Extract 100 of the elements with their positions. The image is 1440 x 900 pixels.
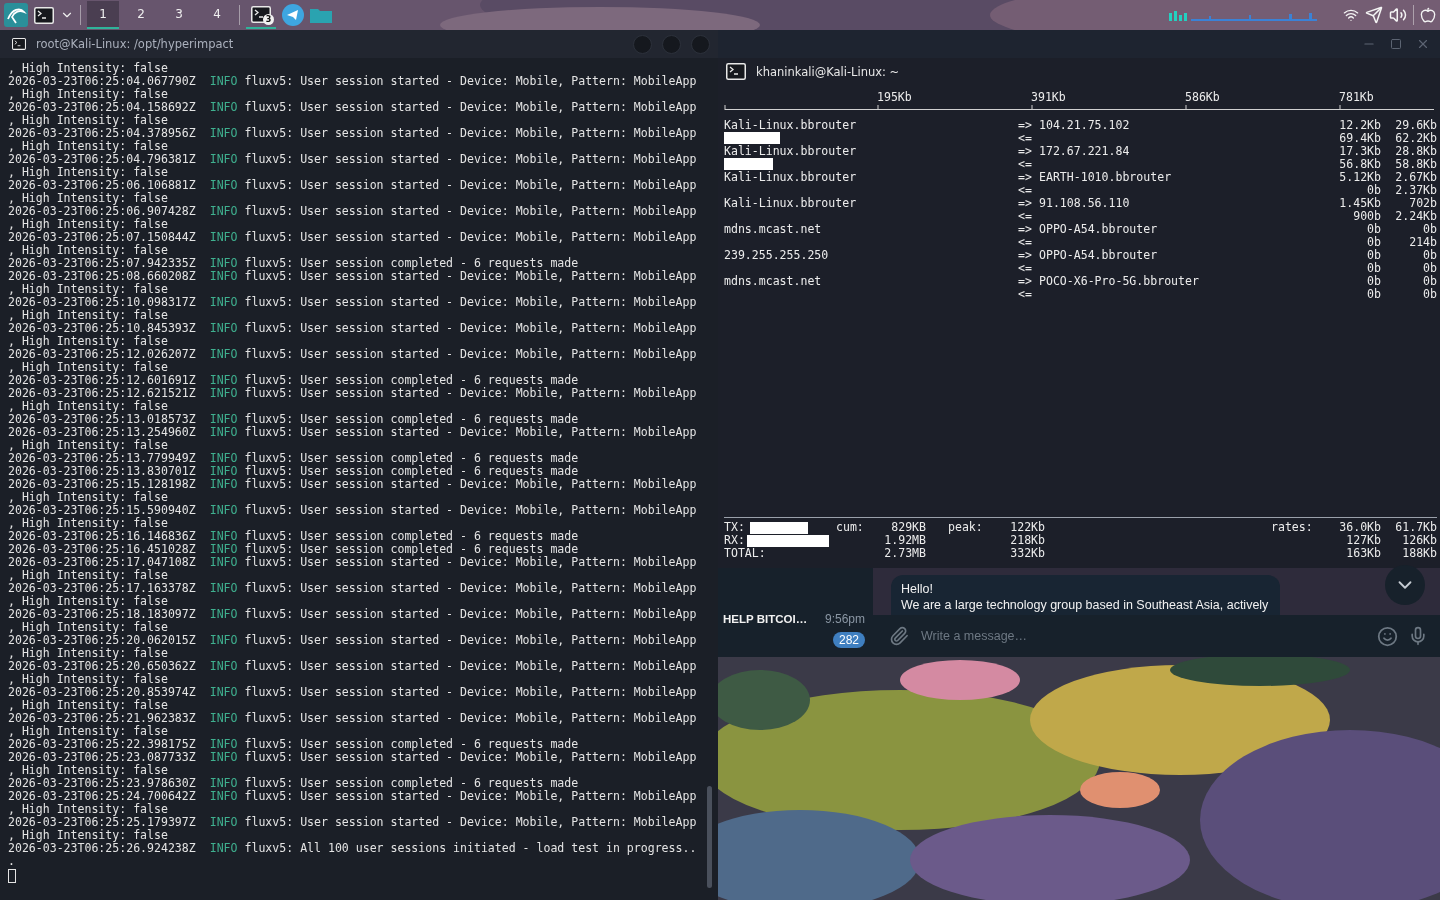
log-level: INFO	[209, 751, 238, 764]
log-timestamp: 2026-03-23T06:25:12.621521Z	[8, 387, 196, 400]
log-timestamp: 2026-03-23T06:25:12.026207Z	[8, 348, 196, 361]
terminal-icon	[12, 38, 26, 50]
log-level: INFO	[209, 556, 238, 569]
rate-value: 36.0Kb	[1338, 521, 1381, 534]
log-text: , High Intensity: false	[8, 764, 168, 777]
log-timestamp: 2026-03-23T06:25:18.183097Z	[8, 608, 196, 621]
rate-value: 0b	[1366, 262, 1381, 275]
window-title: khaninkali@Kali-Linux: ~	[756, 64, 900, 79]
logo-icon[interactable]	[4, 3, 28, 27]
log-level: INFO	[209, 153, 238, 166]
log-message: fluxv5: User session started - Device: Mobile, Pattern: MobileApp	[244, 205, 697, 218]
volume-icon[interactable]	[1389, 6, 1407, 24]
log-level: INFO	[209, 374, 238, 387]
log-message: fluxv5: User session started - Device: Mobile, Pattern: MobileApp	[244, 296, 697, 309]
log-message: fluxv5: User session completed - 6 requests made	[244, 413, 579, 426]
log-message: fluxv5: User session completed - 6 requests made	[244, 543, 579, 556]
folder-icon[interactable]	[310, 7, 332, 23]
total-label: TOTAL:	[724, 547, 766, 560]
wifi-icon[interactable]	[1343, 7, 1359, 23]
rate-value: 17.3Kb	[1338, 145, 1381, 158]
log-message: fluxv5: User session started - Device: Mobile, Pattern: MobileApp	[244, 790, 697, 803]
log-timestamp: 2026-03-23T06:25:20.853974Z	[8, 686, 196, 699]
rate-value: 188Kb	[1401, 547, 1437, 560]
log-text: , High Intensity: false	[8, 335, 168, 348]
message-text: Hello!	[901, 581, 934, 597]
scrollbar-thumb[interactable]	[707, 786, 712, 888]
direction-arrow: <=	[1018, 184, 1033, 197]
message-composer[interactable]: Write a message…	[873, 615, 1440, 657]
maximize-icon[interactable]	[1390, 38, 1402, 50]
log-timestamp: 2026-03-23T06:25:23.978630Z	[8, 777, 196, 790]
rate-value: 2.67Kb	[1394, 171, 1437, 184]
close-icon[interactable]	[1416, 37, 1430, 51]
log-message: fluxv5: User session completed - 6 requests made	[244, 738, 579, 751]
log-level: INFO	[209, 322, 238, 335]
microphone-icon[interactable]	[1408, 626, 1428, 646]
log-text: , High Intensity: false	[8, 88, 168, 101]
log-text: , High Intensity: false	[8, 62, 168, 75]
log-timestamp: 2026-03-23T06:25:17.163378Z	[8, 582, 196, 595]
log-timestamp: 2026-03-23T06:25:06.907428Z	[8, 205, 196, 218]
log-message: fluxv5: User session started - Device: Mobile, Pattern: MobileApp	[244, 712, 697, 725]
rate-value: 0b	[1422, 249, 1437, 262]
log-timestamp: 2026-03-23T06:25:17.047108Z	[8, 556, 196, 569]
log-timestamp: 2026-03-23T06:25:22.398175Z	[8, 738, 196, 751]
host-name: Kali-Linux.bbrouter	[724, 119, 858, 132]
log-message: fluxv5: User session started - Device: Mobile, Pattern: MobileApp	[244, 582, 697, 595]
log-message: fluxv5: User session completed - 6 requests made	[244, 452, 579, 465]
log-text: .	[8, 855, 15, 868]
log-message: fluxv5: User session started - Device: Mobile, Pattern: MobileApp	[244, 270, 697, 283]
rate-value: 62.2Kb	[1394, 132, 1437, 145]
apple-icon[interactable]	[1420, 7, 1436, 23]
workspace-button[interactable]: 3	[163, 1, 195, 29]
log-level: INFO	[209, 790, 238, 803]
workspace-button[interactable]: 4	[201, 1, 233, 29]
rate-value: 0b	[1366, 184, 1381, 197]
paper-plane-icon[interactable]	[1365, 6, 1383, 24]
log-text: , High Intensity: false	[8, 725, 168, 738]
chat-list-item[interactable]: HELP BITCOI… 9:56pm 282	[718, 568, 873, 657]
terminal-app-button[interactable]: 3	[246, 1, 276, 29]
log-text: , High Intensity: false	[8, 829, 168, 842]
log-message: fluxv5: User session started - Device: Mobile, Pattern: MobileApp	[244, 751, 697, 764]
attach-icon[interactable]	[889, 626, 909, 646]
message-input[interactable]: Write a message…	[919, 628, 1367, 644]
log-level: INFO	[209, 738, 238, 751]
terminal-icon	[251, 5, 271, 23]
paper-plane-icon[interactable]	[282, 4, 304, 26]
host-name: EARTH-1010.bbrouter	[1039, 171, 1173, 184]
rate-value: 2.37Kb	[1394, 184, 1437, 197]
peak-value: 332Kb	[1009, 547, 1045, 560]
log-level: INFO	[209, 179, 238, 192]
log-text: , High Intensity: false	[8, 166, 168, 179]
log-text: , High Intensity: false	[8, 361, 168, 374]
workspace-button[interactable]: 2	[125, 1, 157, 29]
log-timestamp: 2026-03-23T06:25:04.796381Z	[8, 153, 196, 166]
rate-value: 214b	[1408, 236, 1437, 249]
unread-badge: 282	[832, 632, 865, 648]
rate-value: 69.4Kb	[1338, 132, 1381, 145]
log-timestamp: 2026-03-23T06:25:24.700642Z	[8, 790, 196, 803]
workspace-button[interactable]: 1	[87, 1, 119, 29]
rate-value: 1.45Kb	[1338, 197, 1381, 210]
total-label: RX:	[724, 534, 745, 547]
direction-arrow: <=	[1018, 236, 1033, 249]
log-timestamp: 2026-03-23T06:25:13.779949Z	[8, 452, 196, 465]
log-message: fluxv5: User session started - Device: Mobile, Pattern: MobileApp	[244, 322, 697, 335]
rate-value: 28.8Kb	[1394, 145, 1437, 158]
emoji-icon[interactable]	[1377, 625, 1398, 647]
rate-value: 0b	[1422, 223, 1437, 236]
direction-arrow: =>	[1018, 223, 1033, 236]
rate-value: 0b	[1366, 275, 1381, 288]
log-text: , High Intensity: false	[8, 192, 168, 205]
scale-label: 781Kb	[1339, 91, 1374, 104]
log-message: fluxv5: User session started - Device: Mobile, Pattern: MobileApp	[244, 101, 697, 114]
host-name: OPPO-A54.bbrouter	[1039, 223, 1159, 236]
log-level: INFO	[209, 75, 238, 88]
log-level: INFO	[209, 816, 238, 829]
log-message: fluxv5: User session started - Device: Mobile, Pattern: MobileApp	[244, 686, 697, 699]
rate-value: 0b	[1366, 223, 1381, 236]
rate-value: 61.7Kb	[1394, 521, 1437, 534]
peak-value: 218Kb	[1009, 534, 1045, 547]
